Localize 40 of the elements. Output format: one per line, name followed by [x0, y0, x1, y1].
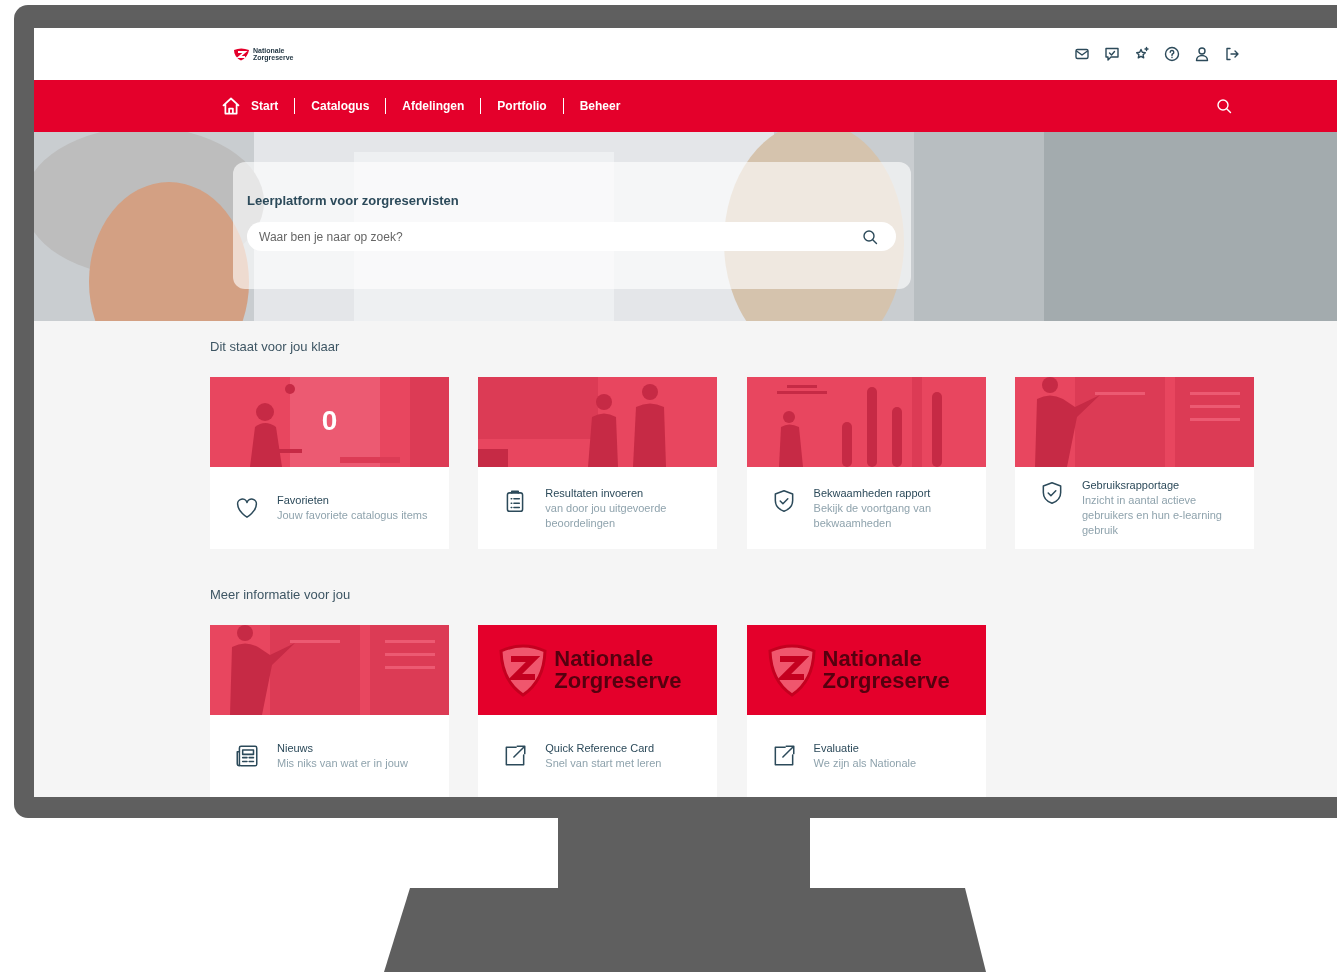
logo-text: Nationale [554, 648, 655, 670]
card-title[interactable]: Nieuws [277, 741, 437, 756]
card-title[interactable]: Quick Reference Card [545, 741, 706, 756]
count-number: 0 [321, 405, 338, 437]
card-description: We zijn als Nationale [813, 756, 918, 771]
section-title: Meer informatie voor jou [210, 587, 352, 603]
mail-icon[interactable] [1074, 46, 1090, 62]
search-icon[interactable] [1216, 98, 1232, 114]
logo-text: Zorgreserve [822, 670, 950, 692]
section-title: Dit staat voor jou klaar [210, 339, 341, 355]
logo-text: Nationale [822, 648, 923, 670]
search-icon[interactable] [862, 228, 878, 245]
newspaper-icon [234, 743, 260, 769]
nav-link[interactable]: Beheer [563, 99, 637, 113]
card-description: Inzicht in aantal actieve gebruikers en hun e-learning gebruik [1081, 493, 1223, 538]
chat-check-icon[interactable] [1104, 46, 1120, 62]
logout-icon[interactable] [1224, 46, 1240, 62]
nav-link[interactable]: Start [241, 99, 295, 113]
logo-text: Zorgreserve [554, 670, 682, 692]
search-field[interactable]: Waar ben je naar op zoek? [247, 222, 896, 251]
card-title[interactable]: Favorieten [277, 493, 437, 508]
hero-title: Leerplatform voor zorgreservisten [247, 193, 460, 208]
card-description: Snel van start met leren [545, 756, 663, 771]
card-description: Bekijk de voortgang van bekwaamheden [813, 500, 932, 531]
card-title[interactable]: Evaluatie [813, 741, 974, 756]
card-title[interactable]: Gebruiksrapportage [1081, 478, 1242, 493]
card-title[interactable]: Bekwaamheden rapport [813, 485, 974, 501]
card-description: Jouw favoriete catalogus items [277, 508, 429, 523]
nav-link[interactable]: Afdelingen [386, 99, 481, 113]
shield-logo-icon [498, 643, 549, 697]
card-description: van door jou uitgevoerde beoordelingen [545, 500, 668, 531]
user-icon[interactable] [1194, 46, 1210, 62]
card-description: Mis niks van wat er in jouw [277, 756, 409, 771]
help-icon[interactable] [1164, 46, 1180, 62]
shield-logo-icon [766, 643, 817, 697]
heart-icon [234, 495, 260, 521]
nav-link[interactable]: Portfolio [481, 99, 563, 113]
nav-link[interactable]: Catalogus [295, 99, 386, 113]
home-icon[interactable] [221, 96, 241, 116]
card-title[interactable]: Resultaten invoeren [545, 485, 706, 501]
